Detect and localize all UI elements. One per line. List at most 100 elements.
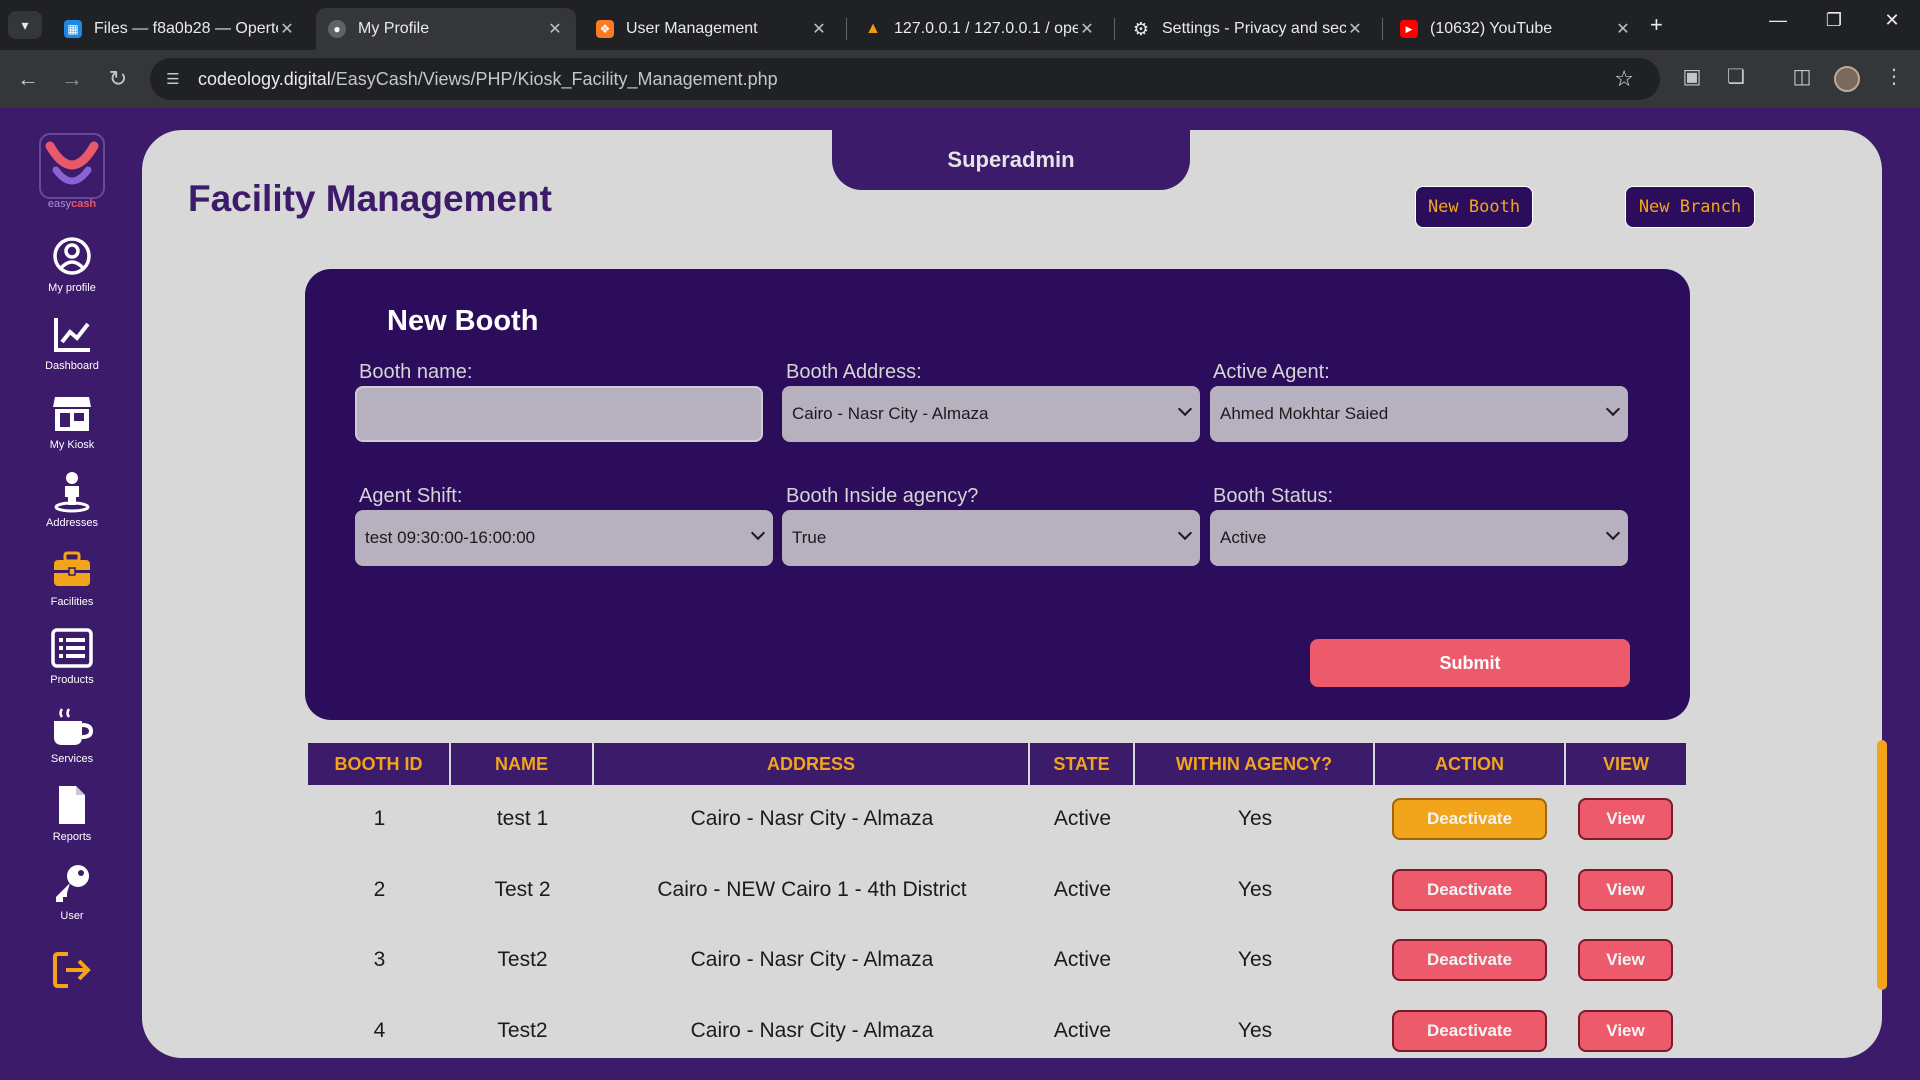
side-panel-icon[interactable]: ◫ [1788, 64, 1816, 89]
column-header-action: ACTION [1375, 743, 1566, 785]
extensions-icon[interactable]: ❏ [1722, 64, 1750, 89]
minimize-button[interactable]: — [1758, 10, 1798, 31]
close-icon[interactable]: ✕ [1346, 19, 1364, 39]
booth-status-select[interactable]: Active [1210, 510, 1628, 566]
column-header-state: STATE [1030, 743, 1135, 785]
cell-address: Cairo - Nasr City - Almaza [690, 948, 934, 971]
sidebar-item-label: My Kiosk [49, 439, 95, 451]
forward-button[interactable]: → [58, 66, 86, 92]
cell-state: Active [1053, 948, 1112, 971]
close-icon[interactable]: ✕ [810, 19, 828, 39]
agent-shift-label: Agent Shift: [359, 485, 463, 507]
close-icon[interactable]: ✕ [1614, 19, 1632, 39]
new-tab-button[interactable]: + [1650, 12, 1663, 38]
url-host: codeology.digital [198, 68, 331, 89]
cell-booth-id: 1 [373, 807, 386, 830]
close-icon[interactable]: ✕ [1078, 19, 1096, 39]
new-booth-form: New Booth Booth name: Booth Address: Cai… [305, 269, 1690, 720]
sidebar-item-my-profile[interactable]: My profile [30, 234, 114, 294]
booth-name-input[interactable] [355, 386, 763, 442]
browser-tab-user-management[interactable]: ❖ User Management ✕ [584, 8, 840, 50]
booth-name-label: Booth name: [359, 361, 473, 383]
restore-button[interactable]: ❐ [1814, 10, 1854, 31]
submit-button[interactable]: Submit [1310, 639, 1630, 687]
deactivate-button[interactable]: Deactivate [1392, 798, 1547, 840]
bookmark-star-icon[interactable]: ☆ [1614, 66, 1634, 92]
agent-shift-select[interactable]: test 09:30:00-16:00:00 [355, 510, 773, 566]
url-path: /EasyCash/Views/PHP/Kiosk_Facility_Manag… [330, 68, 778, 89]
deactivate-button[interactable]: Deactivate [1392, 869, 1547, 911]
cell-name: test 1 [496, 807, 549, 830]
profile-avatar[interactable] [1834, 66, 1860, 92]
sidebar-item-facilities[interactable]: Facilities [30, 548, 114, 608]
browser-tab-youtube[interactable]: ▶ (10632) YouTube ✕ [1388, 8, 1644, 50]
close-icon[interactable]: ✕ [546, 19, 564, 39]
new-booth-button[interactable]: New Booth [1415, 186, 1533, 228]
window-close-button[interactable]: ✕ [1872, 10, 1912, 31]
sidebar-item-addresses[interactable]: Addresses [30, 469, 114, 529]
screen-capture-icon[interactable]: ▣ [1678, 64, 1706, 89]
view-button[interactable]: View [1578, 939, 1673, 981]
reload-button[interactable]: ↻ [104, 66, 132, 92]
logout-icon [53, 952, 91, 988]
file-icon [59, 786, 85, 824]
view-button[interactable]: View [1578, 798, 1673, 840]
sidebar-item-label: Reports [52, 831, 92, 843]
cell-name: Test2 [497, 948, 548, 971]
browser-tab-phpmyadmin[interactable]: ▲ 127.0.0.1 / 127.0.0.1 / oper ✕ [852, 8, 1108, 50]
tab-title: Settings - Privacy and secu [1162, 20, 1346, 37]
sidebar-item-reports[interactable]: Reports [30, 783, 114, 843]
sidebar-item-products[interactable]: Products [30, 626, 114, 686]
tab-separator [1114, 18, 1115, 40]
browser-tab-files[interactable]: ▦ Files — f8a0b28 — Operte ✕ [52, 8, 308, 50]
cell-state: Active [1053, 807, 1112, 830]
new-branch-button[interactable]: New Branch [1625, 186, 1755, 228]
store-icon [53, 397, 91, 431]
tab-search-button[interactable]: ▾ [8, 11, 42, 39]
sidebar-item-user[interactable]: User [30, 862, 114, 922]
booth-address-select[interactable]: Cairo - Nasr City - Almaza [782, 386, 1200, 442]
booth-address-value: Cairo - Nasr City - Almaza [792, 404, 989, 423]
phpmyadmin-icon: ▲ [865, 20, 881, 37]
chevron-down-icon [750, 525, 766, 541]
sidebar-item-label: Products [50, 674, 94, 686]
logout-button[interactable] [30, 948, 114, 992]
sidebar-item-dashboard[interactable]: Dashboard [30, 312, 114, 372]
chevron-down-icon [1177, 401, 1193, 417]
close-icon[interactable]: ✕ [278, 19, 296, 39]
person-pin-icon [54, 472, 90, 513]
view-button[interactable]: View [1578, 1010, 1673, 1052]
logo-text: easycash [38, 198, 106, 210]
cell-booth-id: 4 [373, 1019, 386, 1042]
deactivate-button[interactable]: Deactivate [1392, 939, 1547, 981]
tab-separator [1382, 18, 1383, 40]
site-info-icon[interactable]: ☰ [162, 70, 184, 88]
sidebar-item-my-kiosk[interactable]: My Kiosk [30, 391, 114, 451]
browser-tab-settings[interactable]: ⚙ Settings - Privacy and secu ✕ [1120, 8, 1376, 50]
cell-state: Active [1053, 878, 1112, 901]
tab-separator [846, 18, 847, 40]
sidebar-item-services[interactable]: Services [30, 705, 114, 765]
address-bar[interactable]: ☰ codeology.digital/EasyCash/Views/PHP/K… [150, 58, 1660, 100]
main-card: Superadmin Facility Management New Booth… [142, 130, 1882, 1058]
active-agent-select[interactable]: Ahmed Mokhtar Saied [1210, 386, 1628, 442]
more-menu-icon[interactable]: ⋮ [1880, 64, 1908, 89]
cell-name: Test2 [497, 1019, 548, 1042]
deactivate-button[interactable]: Deactivate [1392, 1010, 1547, 1052]
cell-booth-id: 3 [373, 948, 386, 971]
inside-agency-select[interactable]: True [782, 510, 1200, 566]
chevron-down-icon [1605, 401, 1621, 417]
briefcase-icon [54, 551, 90, 586]
youtube-icon: ▶ [1400, 20, 1418, 38]
agent-shift-value: test 09:30:00-16:00:00 [365, 528, 536, 547]
cell-address: Cairo - NEW Cairo 1 - 4th District [657, 878, 967, 901]
cell-address: Cairo - Nasr City - Almaza [690, 807, 934, 830]
view-button[interactable]: View [1578, 869, 1673, 911]
scrollbar-thumb[interactable] [1877, 740, 1887, 990]
browser-tab-my-profile[interactable]: ● My Profile ✕ [316, 8, 576, 50]
key-icon [56, 865, 89, 902]
back-button[interactable]: ← [14, 66, 42, 92]
column-header-within-agency: WITHIN AGENCY? [1135, 743, 1375, 785]
sidebar-item-label: User [60, 910, 84, 922]
globe-icon: ● [328, 20, 346, 38]
